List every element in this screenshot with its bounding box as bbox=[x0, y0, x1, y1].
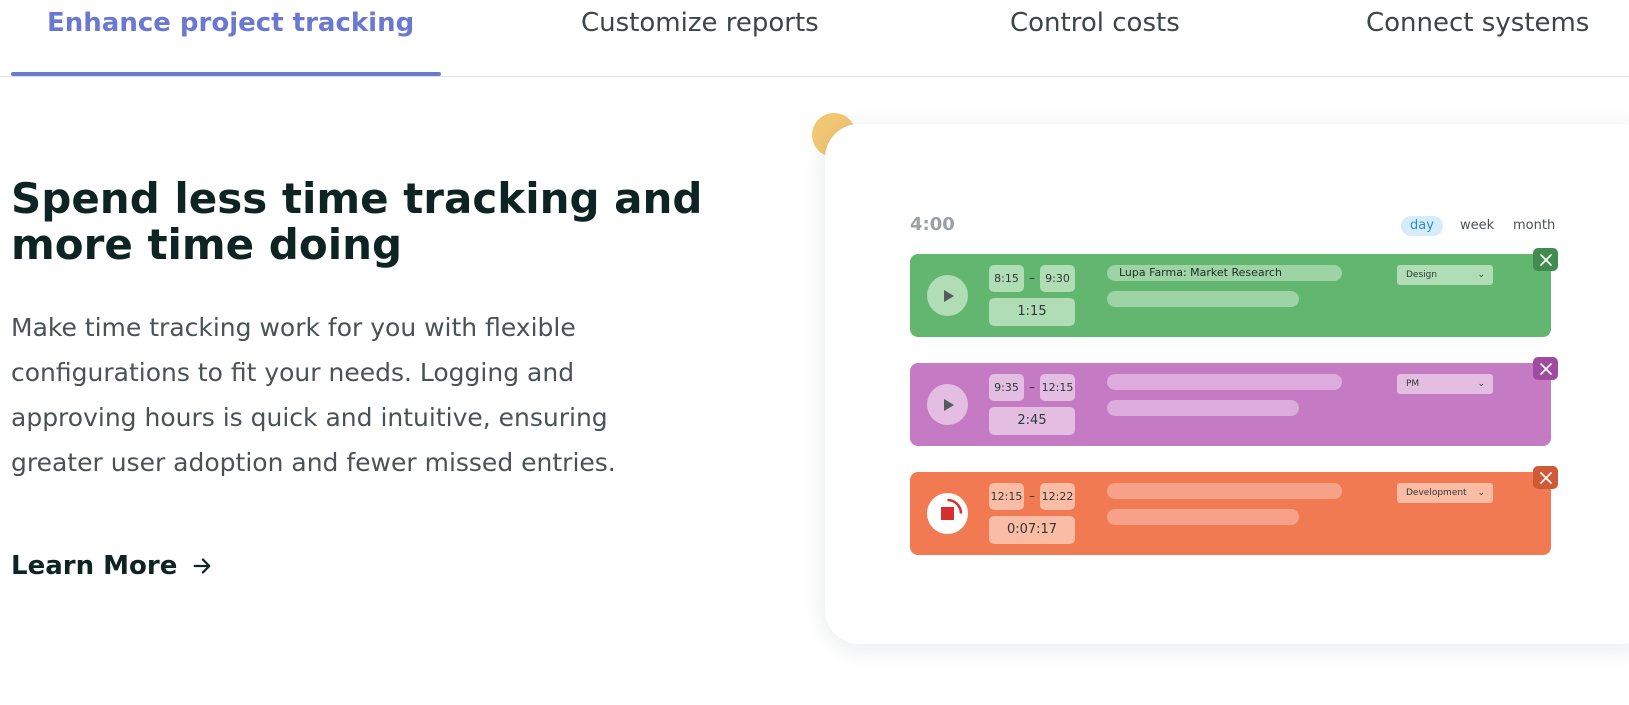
task-dropdown-value: PM bbox=[1406, 379, 1420, 389]
project-field[interactable] bbox=[1107, 374, 1342, 390]
running-timer: 0:07:17 bbox=[989, 516, 1075, 544]
tab-customize-reports[interactable]: Customize reports bbox=[581, 8, 819, 38]
play-icon bbox=[943, 289, 954, 302]
stop-icon bbox=[941, 498, 963, 520]
time-separator: – bbox=[1029, 271, 1035, 285]
start-time[interactable]: 12:15 bbox=[989, 483, 1024, 510]
chevron-down-icon: ⌄ bbox=[1477, 379, 1485, 389]
task-dropdown[interactable]: Design ⌄ bbox=[1397, 265, 1493, 285]
tab-connect-systems[interactable]: Connect systems bbox=[1366, 8, 1589, 38]
hero-description: Make time tracking work for you with fle… bbox=[11, 313, 616, 477]
start-time[interactable]: 8:15 bbox=[989, 265, 1024, 292]
chevron-down-icon: ⌄ bbox=[1477, 488, 1485, 498]
total-time: 4:00 bbox=[910, 214, 955, 235]
delete-entry-button[interactable] bbox=[1533, 357, 1558, 380]
hero-headline: Spend less time tracking and more time d… bbox=[11, 174, 703, 269]
period-month-toggle[interactable]: month bbox=[1504, 216, 1564, 236]
start-time[interactable]: 9:35 bbox=[989, 374, 1024, 401]
project-name: Lupa Farma: Market Research bbox=[1119, 266, 1282, 279]
close-icon bbox=[1539, 253, 1552, 266]
chevron-down-icon: ⌄ bbox=[1477, 270, 1485, 280]
period-day-toggle[interactable]: day bbox=[1401, 216, 1443, 236]
feature-tabs: Enhance project tracking Customize repor… bbox=[0, 0, 1629, 77]
learn-more-link[interactable]: Learn More bbox=[11, 551, 213, 581]
delete-entry-button[interactable] bbox=[1533, 466, 1558, 489]
time-separator: – bbox=[1029, 380, 1035, 394]
duration: 1:15 bbox=[989, 298, 1075, 326]
task-dropdown-value: Development bbox=[1406, 488, 1467, 498]
end-time[interactable]: 12:22 bbox=[1040, 483, 1075, 510]
project-field[interactable] bbox=[1107, 483, 1342, 499]
play-icon bbox=[943, 398, 954, 411]
close-icon bbox=[1539, 471, 1552, 484]
arrow-right-icon bbox=[193, 558, 211, 574]
active-tab-indicator bbox=[11, 72, 441, 76]
task-dropdown[interactable]: Development ⌄ bbox=[1397, 483, 1493, 503]
delete-entry-button[interactable] bbox=[1533, 248, 1558, 271]
time-entry-design: 8:15 – 9:30 1:15 Lupa Farma: Market Rese… bbox=[910, 248, 1558, 337]
description-field[interactable] bbox=[1107, 291, 1299, 307]
play-button[interactable] bbox=[927, 384, 968, 425]
description-field[interactable] bbox=[1107, 400, 1299, 416]
task-dropdown[interactable]: PM ⌄ bbox=[1397, 374, 1493, 394]
period-week-toggle[interactable]: week bbox=[1451, 216, 1503, 236]
tab-control-costs[interactable]: Control costs bbox=[1010, 8, 1180, 38]
close-icon bbox=[1539, 362, 1552, 375]
time-entry-pm: 9:35 – 12:15 2:45 PM ⌄ bbox=[910, 357, 1558, 446]
stop-button[interactable] bbox=[927, 493, 968, 534]
play-button[interactable] bbox=[927, 275, 968, 316]
description-field[interactable] bbox=[1107, 509, 1299, 525]
end-time[interactable]: 12:15 bbox=[1040, 374, 1075, 401]
duration: 2:45 bbox=[989, 407, 1075, 435]
tab-enhance-project-tracking[interactable]: Enhance project tracking bbox=[47, 8, 414, 38]
task-dropdown-value: Design bbox=[1406, 270, 1438, 280]
learn-more-label: Learn More bbox=[11, 551, 178, 581]
time-entry-development: 12:15 – 12:22 0:07:17 Development ⌄ bbox=[910, 466, 1558, 555]
end-time[interactable]: 9:30 bbox=[1040, 265, 1075, 292]
time-separator: – bbox=[1029, 489, 1035, 503]
